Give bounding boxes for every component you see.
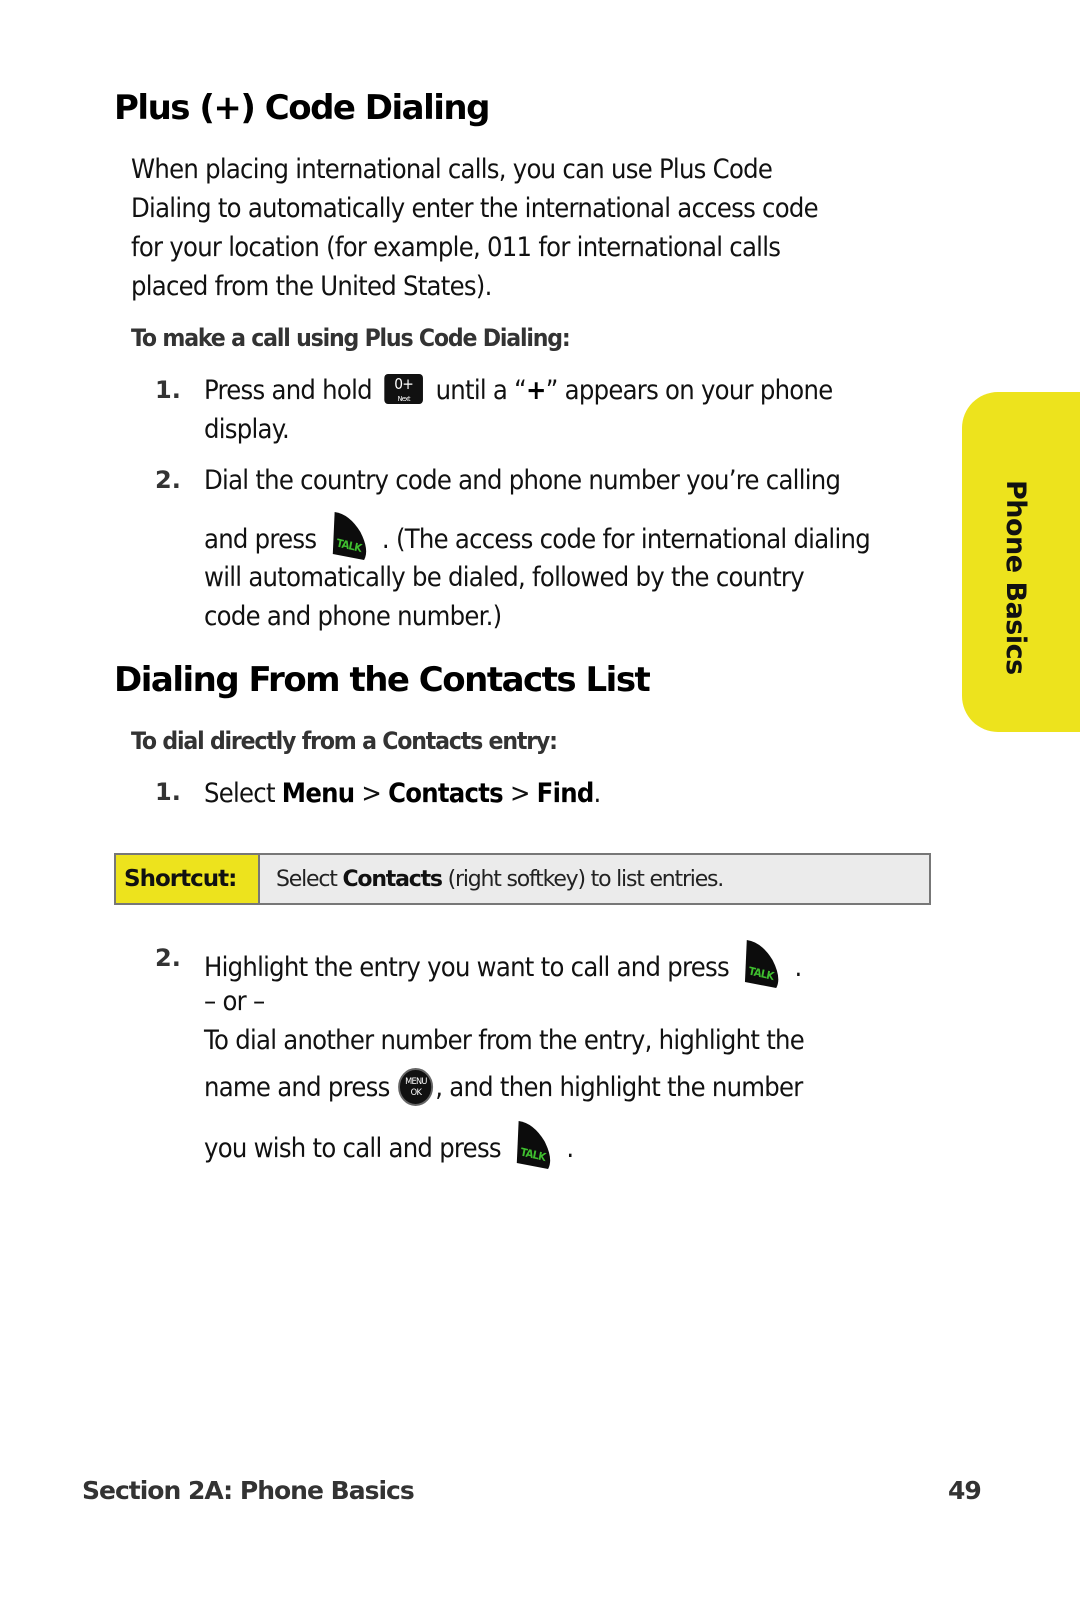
key-label: 0+ — [394, 375, 414, 393]
intro-line: When placing international calls, you ca… — [131, 154, 773, 185]
key-sublabel: OK — [410, 1088, 422, 1098]
contacts-step-1: Select Menu > Contacts > Find. — [204, 774, 601, 813]
side-tab-label: Phone Basics — [1000, 480, 1031, 675]
step-text: Press and hold — [204, 375, 373, 406]
step-text: . — [566, 1133, 574, 1164]
shortcut-box: Shortcut: Select Contacts (right softkey… — [114, 853, 931, 905]
step-text: you wish to call and press — [204, 1133, 502, 1164]
step-text: and press — [204, 524, 317, 555]
step-text: Select — [204, 778, 282, 809]
path-separator: > — [502, 778, 537, 809]
intro-line: for your location (for example, 011 for … — [131, 232, 781, 263]
contacts-step-2-line-5: you wish to call and press TALK . — [204, 1119, 804, 1171]
talk-key-icon: TALK — [332, 512, 366, 560]
menu-path-menu: Menu — [281, 778, 355, 809]
step-text: , and then highlight the number — [435, 1072, 803, 1103]
shortcut-text-part: (right softkey) to list entries. — [441, 866, 725, 892]
step-1-line-2: display. — [204, 414, 290, 445]
menu-path-contacts: Contacts — [388, 778, 504, 809]
step-text: . — [593, 778, 602, 809]
menu-ok-key-icon: MENU OK — [398, 1068, 434, 1106]
page-title-plus-code-dialing: Plus (+) Code Dialing — [114, 88, 490, 128]
key-sublabel: Next — [397, 395, 411, 403]
step-2-line-4: code and phone number.) — [204, 601, 502, 632]
step-1: Press and hold 0+ Next until a “+” appea… — [204, 371, 887, 449]
zero-plus-next-key-icon: 0+ Next — [384, 374, 424, 404]
contacts-step-2-line-4: name and press MENU OK , and then highli… — [204, 1068, 804, 1107]
intro-line: placed from the United States). — [131, 271, 492, 302]
step-text: . — [794, 952, 803, 983]
shortcut-label: Shortcut: — [116, 855, 260, 903]
or-separator: – or – — [204, 986, 265, 1017]
page-number: 49 — [948, 1476, 982, 1505]
contacts-step-2: Highlight the entry you want to call and… — [204, 938, 856, 1171]
step-1-line-1: Press and hold 0+ Next until a “+” appea… — [204, 371, 833, 410]
shortcut-text-part: Select — [276, 866, 343, 892]
shortcut-text: Select Contacts (right softkey) to list … — [260, 855, 929, 903]
page-title-dialing-from-contacts: Dialing From the Contacts List — [114, 660, 651, 700]
footer-section-title: Section 2A: Phone Basics — [82, 1476, 415, 1505]
step-text: . (The access code for international dia… — [381, 524, 871, 555]
step-number: 2. — [155, 944, 181, 972]
step-2: Dial the country code and phone number y… — [204, 461, 928, 636]
step-number: 2. — [155, 466, 181, 494]
step-text: ” appears on your phone — [545, 375, 833, 406]
step-2-line-3: will automatically be dialed, followed b… — [204, 562, 805, 593]
step-text: name and press — [204, 1072, 390, 1103]
subheading-contacts: To dial directly from a Contacts entry: — [131, 727, 558, 755]
subheading-plus-code: To make a call using Plus Code Dialing: — [131, 324, 571, 352]
step-2-line-1: Dial the country code and phone number y… — [204, 465, 841, 496]
intro-line: Dialing to automatically enter the inter… — [131, 193, 819, 224]
step-number: 1. — [155, 376, 181, 404]
menu-path-find: Find — [536, 778, 595, 809]
plus-sign: + — [526, 375, 546, 406]
talk-key-icon: TALK — [517, 1121, 551, 1169]
contacts-step-2-line-3: To dial another number from the entry, h… — [204, 1025, 805, 1056]
shortcut-contacts: Contacts — [342, 866, 443, 892]
key-label: MENU — [405, 1077, 427, 1087]
path-separator: > — [354, 778, 389, 809]
step-2-line-2: and press TALK . (The access code for in… — [204, 510, 871, 562]
step-number: 1. — [155, 778, 181, 806]
step-text: until a “ — [435, 375, 527, 406]
step-text: Highlight the entry you want to call and… — [204, 952, 730, 983]
intro-paragraph: When placing international calls, you ca… — [131, 150, 878, 306]
